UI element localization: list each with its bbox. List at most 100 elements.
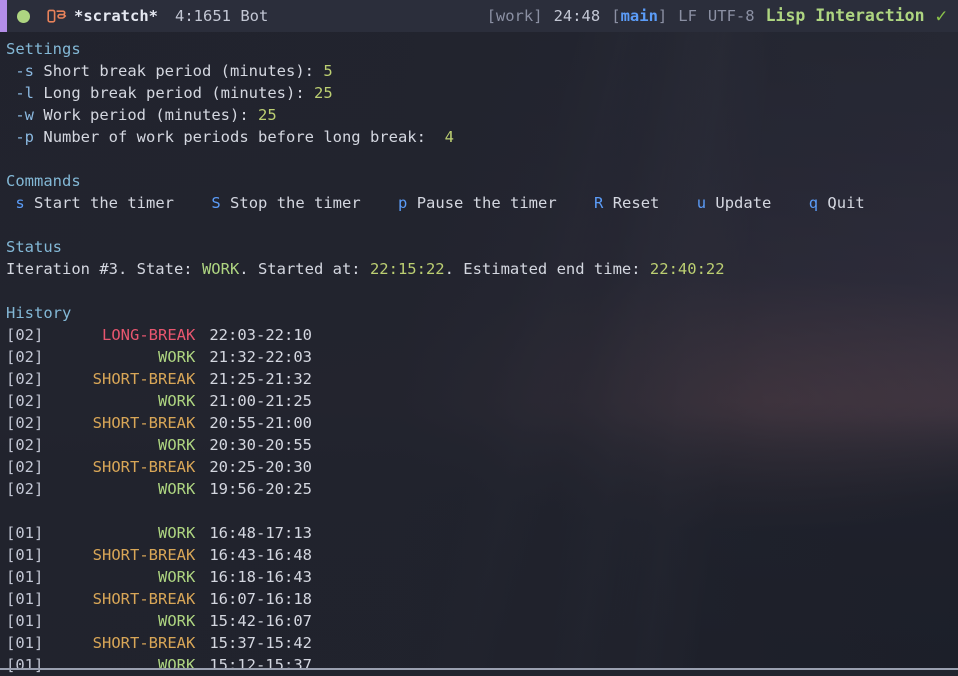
history-row[interactable]: [01] WORK 16:48-17:13 (6, 522, 958, 544)
history-row[interactable]: [02] WORK 19:56-20:25 (6, 478, 958, 500)
vcs-branch-indicator[interactable]: [main] (611, 5, 667, 27)
checkmark-icon: ✓ (935, 5, 947, 27)
major-mode-label[interactable]: Lisp Interaction (766, 5, 925, 27)
history-iteration: [01] (6, 524, 44, 542)
vcs-branch-name: main (620, 7, 658, 25)
history-row[interactable]: [02] WORK 21:00-21:25 (6, 390, 958, 412)
history-iteration: [02] (6, 370, 44, 388)
clock: 24:48 (553, 7, 601, 25)
line-ending-indicator[interactable]: LF (678, 5, 697, 27)
command-key-quit[interactable]: q (809, 194, 818, 212)
option-flag: -s (15, 62, 35, 80)
command-key-stop[interactable]: S (211, 194, 220, 212)
history-phase-label: LONG-BREAK (102, 326, 196, 344)
history-row[interactable]: [02] SHORT-BREAK 20:55-21:00 (6, 412, 958, 434)
option-flag: -l (15, 84, 35, 102)
history-row[interactable]: [02] LONG-BREAK 22:03-22:10 (6, 324, 958, 346)
history-row[interactable]: [02] SHORT-BREAK 21:25-21:32 (6, 368, 958, 390)
history-time-range: 15:12-15:37 (209, 656, 312, 674)
history-phase-label: WORK (158, 568, 196, 586)
history-row[interactable]: [01] SHORT-BREAK 16:07-16:18 (6, 588, 958, 610)
settings-option-short-break[interactable]: -s Short break period (minutes): 5 (6, 60, 958, 82)
buffer-content: Settings -s Short break period (minutes)… (0, 32, 958, 674)
history-time-range: 16:18-16:43 (209, 568, 312, 586)
history-time-range: 15:42-16:07 (209, 612, 312, 630)
option-label: Work period (minutes): (43, 106, 249, 124)
history-heading: History (6, 304, 72, 322)
status-heading: Status (6, 238, 62, 256)
history-time-range: 22:03-22:10 (209, 326, 312, 344)
command-key-pause[interactable]: p (398, 194, 407, 212)
option-value[interactable]: 25 (258, 106, 277, 124)
lisp-file-icon (47, 8, 67, 25)
history-row[interactable]: [01] WORK 15:42-16:07 (6, 610, 958, 632)
encoding-indicator[interactable]: UTF-8 (708, 5, 755, 27)
command-label-start[interactable]: Start the timer (34, 194, 174, 212)
option-value[interactable]: 25 (314, 84, 333, 102)
history-iteration: [02] (6, 458, 44, 476)
history-time-range: 19:56-20:25 (209, 480, 312, 498)
status-estimated-end-time: 22:40:22 (649, 260, 725, 278)
history-phase-label: WORK (158, 348, 196, 366)
history-time-range: 16:43-16:48 (209, 546, 312, 564)
history-row[interactable]: [01] SHORT-BREAK 16:43-16:48 (6, 544, 958, 566)
history-row[interactable]: [02] WORK 20:30-20:55 (6, 434, 958, 456)
history-row[interactable]: [01] WORK 15:12-15:37 (6, 654, 958, 676)
status-state-badge: WORK (201, 260, 240, 278)
history-time-range: 15:37-15:42 (209, 634, 312, 652)
buffer-modified-dot-icon (17, 9, 30, 23)
status-line: Iteration #3. State: WORK. Started at: 2… (6, 258, 958, 280)
history-time-range: 21:25-21:32 (209, 370, 312, 388)
status-started-time: 22:15:22 (369, 260, 445, 278)
history-phase-label: SHORT-BREAK (92, 590, 196, 608)
status-iteration-text: Iteration #3. State: (6, 260, 202, 278)
settings-option-periods-before-long-break[interactable]: -p Number of work periods before long br… (6, 126, 958, 148)
history-row[interactable]: [01] SHORT-BREAK 15:37-15:42 (6, 632, 958, 654)
status-started-text: . Started at: (239, 260, 370, 278)
history-phase-label: SHORT-BREAK (92, 634, 196, 652)
option-value[interactable]: 5 (323, 62, 332, 80)
settings-option-long-break[interactable]: -l Long break period (minutes): 25 (6, 82, 958, 104)
option-label: Number of work periods before long break… (43, 128, 426, 146)
history-row[interactable]: [02] SHORT-BREAK 20:25-20:30 (6, 456, 958, 478)
vcs-bracket-close: ] (657, 7, 668, 25)
history-time-range: 16:48-17:13 (209, 524, 312, 542)
history-time-range: 21:32-22:03 (209, 348, 312, 366)
history-iteration: [02] (6, 414, 44, 432)
history-phase-label: WORK (158, 612, 196, 630)
history-iteration: [01] (6, 656, 44, 674)
command-label-stop[interactable]: Stop the timer (230, 194, 361, 212)
history-phase-label: WORK (158, 480, 196, 498)
history-iteration: [02] (6, 348, 44, 366)
history-phase-label: SHORT-BREAK (92, 458, 196, 476)
history-row[interactable]: [02] WORK 21:32-22:03 (6, 346, 958, 368)
history-phase-label: WORK (158, 392, 196, 410)
option-label: Long break period (minutes): (43, 84, 305, 102)
command-label-update[interactable]: Update (715, 194, 771, 212)
history-iteration: [01] (6, 568, 44, 586)
command-label-reset[interactable]: Reset (613, 194, 660, 212)
history-phase-label: WORK (158, 436, 196, 454)
buffer-name[interactable]: *scratch* (74, 5, 158, 27)
history-time-range: 21:00-21:25 (209, 392, 312, 410)
header-right-cluster: [work] 24:48 [main] LF UTF-8 Lisp Intera… (487, 5, 958, 27)
history-row[interactable]: [01] WORK 16:18-16:43 (6, 566, 958, 588)
command-label-quit[interactable]: Quit (827, 194, 864, 212)
history-iteration: [02] (6, 480, 44, 498)
history-iteration: [01] (6, 546, 44, 564)
command-key-update[interactable]: u (697, 194, 706, 212)
history-phase-label: SHORT-BREAK (92, 414, 196, 432)
command-key-start[interactable]: s (15, 194, 24, 212)
history-time-range: 20:55-21:00 (209, 414, 312, 432)
project-name[interactable]: [work] (487, 5, 543, 27)
command-label-pause[interactable]: Pause the timer (417, 194, 557, 212)
settings-option-work-period[interactable]: -w Work period (minutes): 25 (6, 104, 958, 126)
option-value[interactable]: 4 (445, 128, 454, 146)
command-key-reset[interactable]: R (594, 194, 603, 212)
history-time-range: 20:30-20:55 (209, 436, 312, 454)
history-time-range: 16:07-16:18 (209, 590, 312, 608)
option-label: Short break period (minutes): (43, 62, 314, 80)
